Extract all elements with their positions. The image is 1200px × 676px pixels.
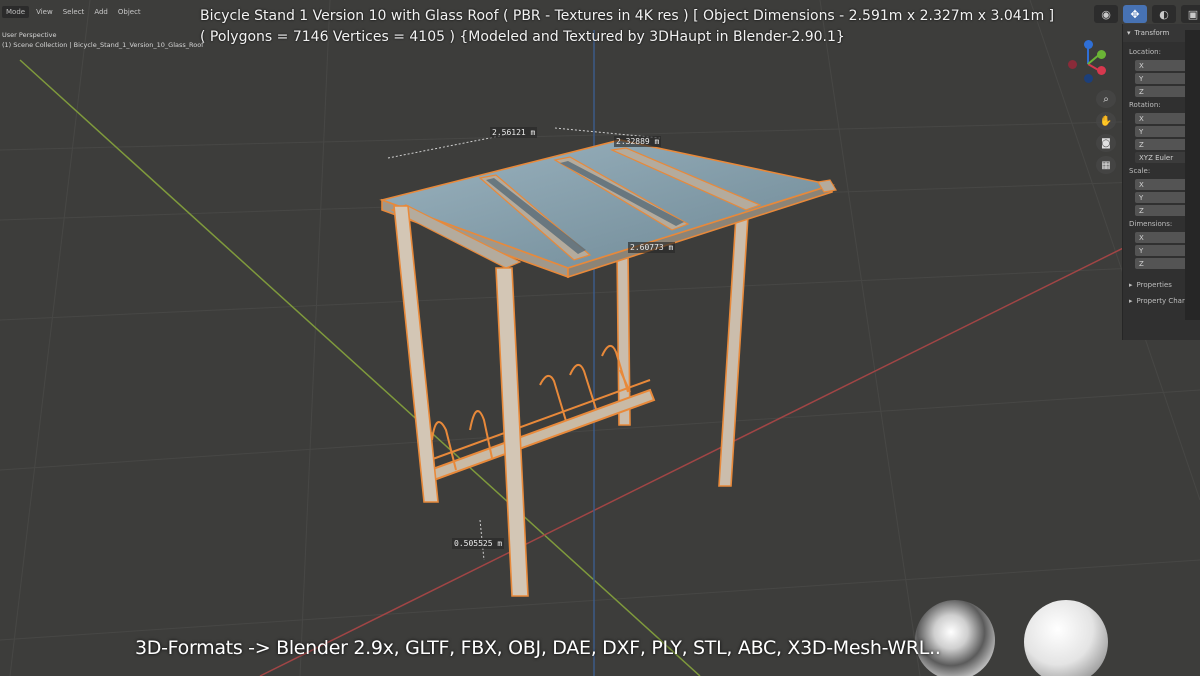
x-axis-dot[interactable] bbox=[1097, 66, 1106, 75]
zoom-tool[interactable]: ⌕ bbox=[1096, 90, 1116, 108]
pan-tool[interactable]: ✋ bbox=[1096, 112, 1116, 130]
floor-grid bbox=[0, 0, 1200, 676]
view-collection-label: (1) Scene Collection | Bicycle_Stand_1_V… bbox=[2, 41, 204, 49]
formats-caption: 3D-Formats -> Blender 2.9x, GLTF, FBX, O… bbox=[135, 637, 941, 659]
overlay-title: Bicycle Stand 1 Version 10 with Glass Ro… bbox=[200, 6, 1100, 48]
axis-label: Z bbox=[1139, 259, 1144, 268]
title-line-1: Bicycle Stand 1 Version 10 with Glass Ro… bbox=[200, 8, 1055, 24]
menu-object[interactable]: Object bbox=[115, 6, 144, 18]
chevron-down-icon: ▾ bbox=[1127, 29, 1131, 37]
property-chart-label: Property Chart bbox=[1136, 297, 1188, 305]
axis-label: X bbox=[1139, 180, 1144, 189]
viewport-info: User Perspective (1) Scene Collection | … bbox=[2, 30, 203, 50]
y-axis-dot[interactable] bbox=[1097, 50, 1106, 59]
neg-x-axis-dot[interactable] bbox=[1068, 60, 1077, 69]
viewport-shading-toolbar: ◉ ✥ ◐ ▣ bbox=[1094, 5, 1200, 23]
eye-icon: ◉ bbox=[1101, 7, 1111, 21]
visibility-button[interactable]: ◉ bbox=[1094, 5, 1118, 23]
bicycle-rack[interactable] bbox=[428, 345, 656, 482]
gizmo-icon: ✥ bbox=[1130, 7, 1140, 21]
sidebar-tabs[interactable] bbox=[1185, 30, 1200, 320]
axis-label: Z bbox=[1139, 140, 1144, 149]
axis-label: Z bbox=[1139, 206, 1144, 215]
mode-selector[interactable]: Mode bbox=[2, 6, 30, 18]
axis-label: Y bbox=[1139, 246, 1144, 255]
camera-tool[interactable]: ◙ bbox=[1096, 134, 1116, 152]
xray-icon: ▣ bbox=[1187, 7, 1199, 21]
overlay-icon: ◐ bbox=[1159, 7, 1169, 21]
glass-roof[interactable] bbox=[379, 139, 836, 279]
z-axis-dot[interactable] bbox=[1084, 40, 1093, 49]
axis-label: Y bbox=[1139, 127, 1144, 136]
viewport-header: Mode View Select Add Object bbox=[0, 0, 202, 24]
perspective-tool[interactable]: ▦ bbox=[1096, 156, 1116, 174]
chevron-right-icon: ▸ bbox=[1129, 297, 1133, 305]
menu-select[interactable]: Select bbox=[60, 6, 88, 18]
axis-label: X bbox=[1139, 114, 1144, 123]
overlay-toggle-button[interactable]: ◐ bbox=[1152, 5, 1176, 23]
menu-add[interactable]: Add bbox=[91, 6, 111, 18]
properties-label: Properties bbox=[1136, 281, 1172, 289]
matte-sphere bbox=[1024, 600, 1108, 676]
transform-title: Transform bbox=[1134, 29, 1170, 37]
title-line-2: ( Polygons = 7146 Vertices = 4105 ) {Mod… bbox=[200, 29, 845, 45]
view-perspective-label: User Perspective bbox=[2, 31, 57, 39]
dimension-height-label: 2.60773 m bbox=[628, 242, 676, 253]
axis-label: X bbox=[1139, 233, 1144, 242]
axis-label: Z bbox=[1139, 87, 1144, 96]
3d-viewport[interactable] bbox=[0, 0, 1200, 676]
menu-view[interactable]: View bbox=[33, 6, 56, 18]
xray-toggle-button[interactable]: ▣ bbox=[1181, 5, 1200, 23]
axis-label: Y bbox=[1139, 74, 1144, 83]
gizmo-toggle-button[interactable]: ✥ bbox=[1123, 5, 1147, 23]
axis-label: X bbox=[1139, 61, 1144, 70]
dimension-ground-label: 0.505525 m bbox=[452, 538, 505, 549]
hand-icon: ✋ bbox=[1099, 115, 1113, 127]
chevron-right-icon: ▸ bbox=[1129, 281, 1133, 289]
dimension-width-label: 2.56121 m bbox=[490, 127, 538, 138]
grid-icon: ▦ bbox=[1101, 159, 1111, 171]
neg-z-axis-dot[interactable] bbox=[1084, 74, 1093, 83]
camera-icon: ◙ bbox=[1101, 137, 1111, 149]
axis-label: Y bbox=[1139, 193, 1144, 202]
navigation-gizmo[interactable] bbox=[1064, 38, 1112, 84]
magnifier-icon: ⌕ bbox=[1103, 93, 1109, 105]
dimension-depth-label: 2.32889 m bbox=[614, 136, 662, 147]
